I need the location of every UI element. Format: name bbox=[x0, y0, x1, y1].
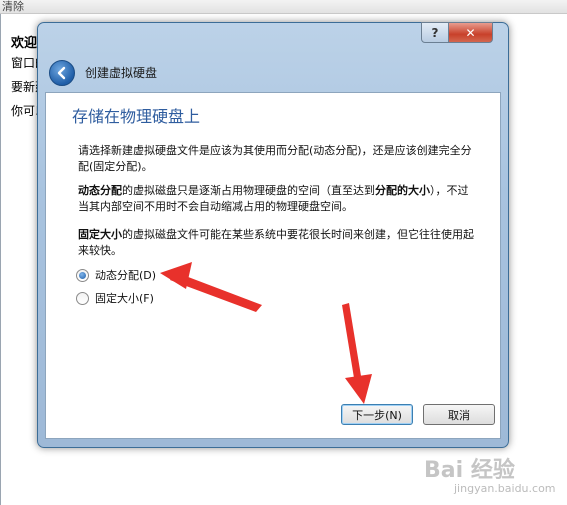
radio-label-fixed[interactable]: 固定大小(F) bbox=[95, 290, 154, 306]
radio-dynamic[interactable]: 动态分配(D) bbox=[76, 267, 156, 283]
page-title: 存储在物理硬盘上 bbox=[72, 107, 201, 126]
fixed-description: 固定大小的虚拟磁盘文件可能在某些系统中要花很长时间来创建，但它往往使用起来较快。 bbox=[78, 227, 478, 259]
wizard-title: 创建虚拟硬盘 bbox=[85, 66, 158, 80]
baidu-watermark: Bai 经验 jingyan.baidu.com bbox=[424, 452, 564, 502]
watermark-url: jingyan.baidu.com bbox=[454, 482, 556, 495]
back-arrow-icon bbox=[57, 66, 66, 80]
watermark-logo: Bai 经验 bbox=[424, 458, 515, 483]
radio-button-icon[interactable] bbox=[76, 268, 89, 282]
radio-fixed[interactable]: 固定大小(F) bbox=[76, 290, 154, 306]
size-bold: 分配的大小 bbox=[375, 184, 430, 197]
main-toolbar: 清除 bbox=[0, 0, 567, 14]
fixed-bold: 固定大小 bbox=[78, 228, 122, 241]
help-button[interactable]: ? bbox=[421, 22, 449, 43]
close-button[interactable]: ✕ bbox=[448, 22, 493, 43]
dynamic-text: 的虚拟磁盘只是逐渐占用物理硬盘的空间（直至达到 bbox=[122, 184, 375, 197]
clear-button[interactable]: 清除 bbox=[2, 0, 24, 14]
dynamic-bold: 动态分配 bbox=[78, 184, 122, 197]
intro-text: 请选择新建虚拟硬盘文件是应该为其使用而分配(动态分配)，还是应该创建完全分配(固… bbox=[78, 144, 472, 173]
dynamic-description: 动态分配的虚拟磁盘只是逐渐占用物理硬盘的空间（直至达到分配的大小），不过当其内部… bbox=[78, 183, 478, 215]
create-virtual-disk-dialog: ? ✕ 创建虚拟硬盘 存储在物理硬盘上 请选择新建虚拟硬盘文件是应该为其使用而分… bbox=[37, 22, 509, 448]
back-button[interactable] bbox=[49, 60, 75, 86]
wizard-page: 存储在物理硬盘上 请选择新建虚拟硬盘文件是应该为其使用而分配(动态分配)，还是应… bbox=[45, 92, 501, 439]
cancel-button[interactable]: 取消 bbox=[423, 404, 495, 425]
radio-label-dynamic[interactable]: 动态分配(D) bbox=[95, 267, 156, 283]
next-button[interactable]: 下一步(N) bbox=[341, 404, 413, 425]
fixed-text: 的虚拟磁盘文件可能在某些系统中要花很长时间来创建，但它往往使用起来较快。 bbox=[78, 228, 474, 257]
radio-button-icon[interactable] bbox=[76, 291, 89, 305]
